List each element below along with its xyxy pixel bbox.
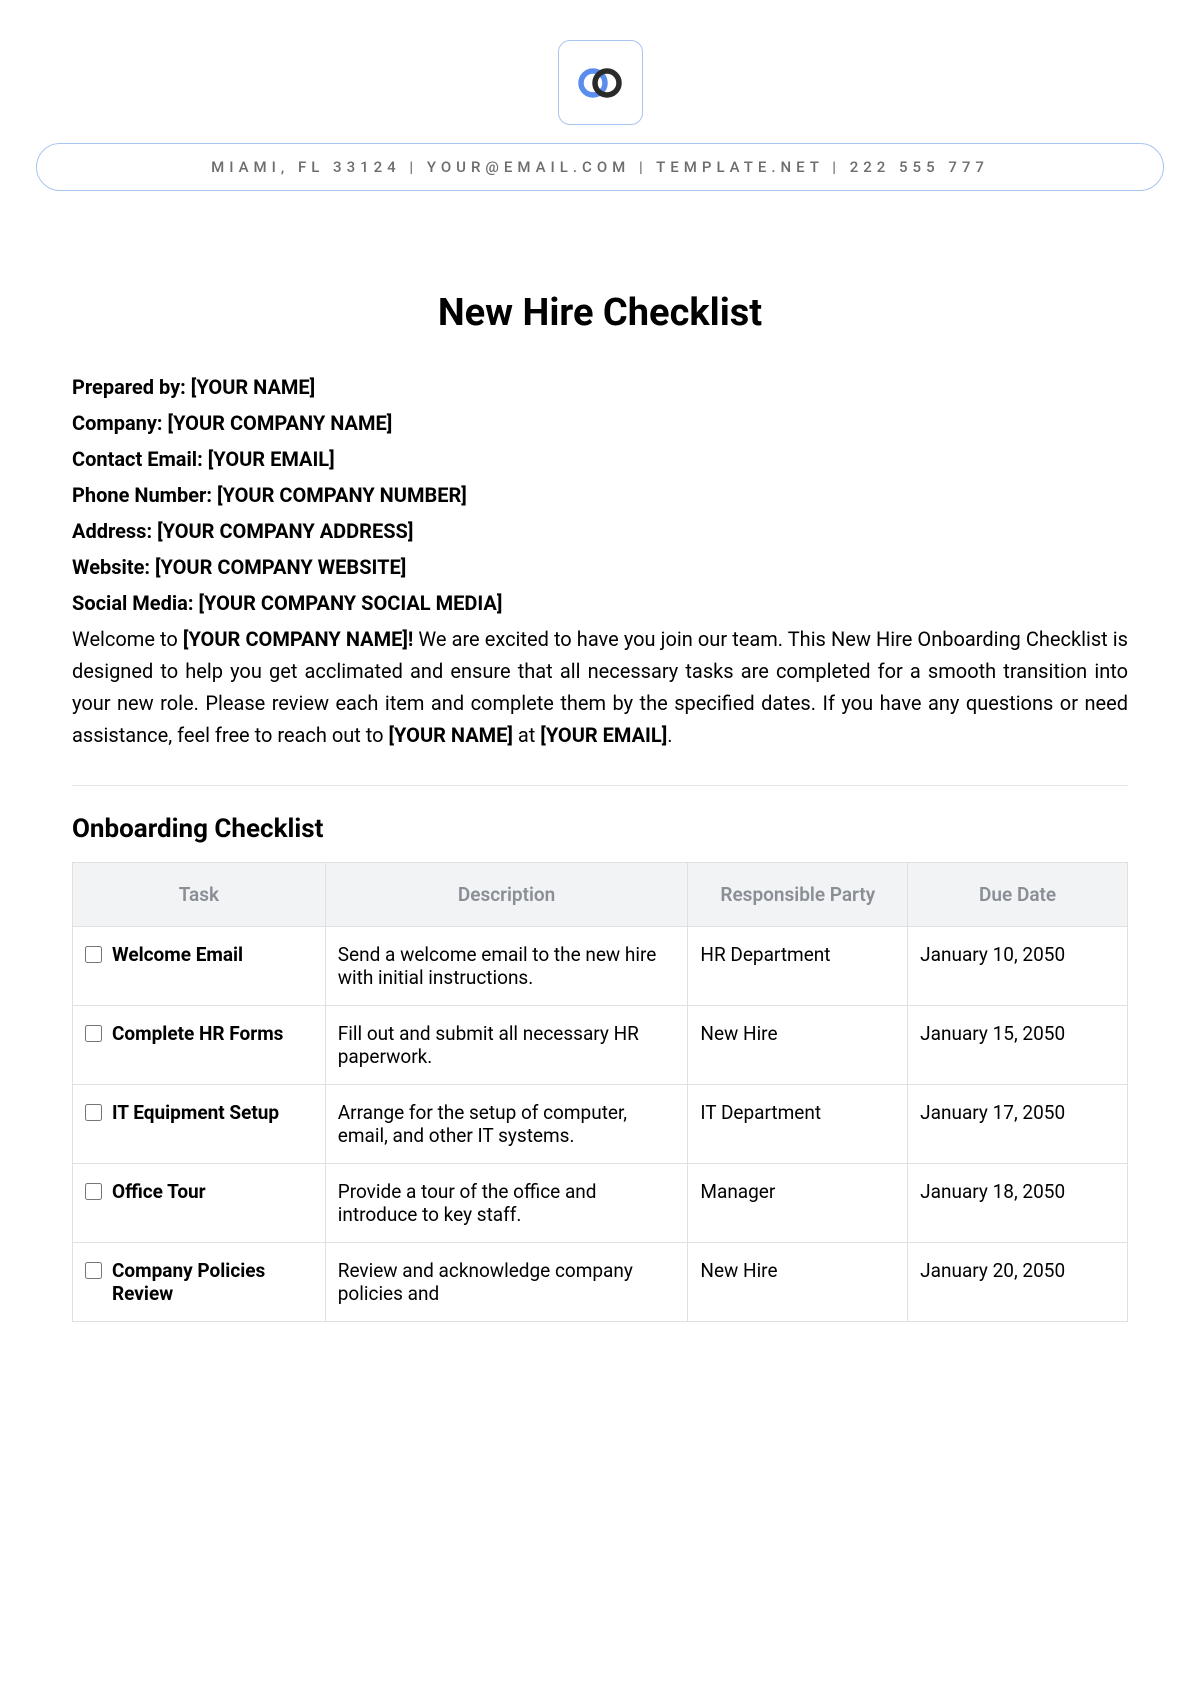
header-responsible: Responsible Party xyxy=(688,863,908,927)
responsible-cell: New Hire xyxy=(688,1006,908,1085)
meta-address: Address: [YOUR COMPANY ADDRESS] xyxy=(72,515,1128,547)
task-name: Complete HR Forms xyxy=(112,1022,283,1045)
welcome-name-placeholder: [YOUR NAME] xyxy=(389,723,513,747)
task-cell: Office Tour xyxy=(73,1164,326,1243)
welcome-paragraph: Welcome to [YOUR COMPANY NAME]! We are e… xyxy=(72,623,1128,751)
table-row: Office Tour Provide a tour of the office … xyxy=(73,1164,1128,1243)
header-description: Description xyxy=(325,863,688,927)
description-cell: Provide a tour of the office and introdu… xyxy=(325,1164,688,1243)
welcome-email-placeholder: [YOUR EMAIL] xyxy=(540,723,667,747)
welcome-company-placeholder: [YOUR COMPANY NAME]! xyxy=(183,627,413,651)
page-title: New Hire Checklist xyxy=(72,291,1128,335)
due-date-cell: January 15, 2050 xyxy=(908,1006,1128,1085)
description-cell: Fill out and submit all necessary HR pap… xyxy=(325,1006,688,1085)
meta-company: Company: [YOUR COMPANY NAME] xyxy=(72,407,1128,439)
due-date-cell: January 20, 2050 xyxy=(908,1243,1128,1322)
header-task: Task xyxy=(73,863,326,927)
content-area: New Hire Checklist Prepared by: [YOUR NA… xyxy=(0,191,1200,1322)
responsible-cell: Manager xyxy=(688,1164,908,1243)
due-date-cell: January 10, 2050 xyxy=(908,927,1128,1006)
task-cell: Company Policies Review xyxy=(73,1243,326,1322)
due-date-cell: January 17, 2050 xyxy=(908,1085,1128,1164)
meta-contact-email: Contact Email: [YOUR EMAIL] xyxy=(72,443,1128,475)
table-header-row: Task Description Responsible Party Due D… xyxy=(73,863,1128,927)
task-checkbox[interactable] xyxy=(85,1025,102,1042)
meta-prepared-by: Prepared by: [YOUR NAME] xyxy=(72,371,1128,403)
description-cell: Arrange for the setup of computer, email… xyxy=(325,1085,688,1164)
meta-label: Prepared by: xyxy=(72,375,191,399)
description-cell: Send a welcome email to the new hire wit… xyxy=(325,927,688,1006)
meta-value: [YOUR NAME] xyxy=(191,375,315,399)
interlocking-rings-icon xyxy=(576,64,624,102)
welcome-at: at xyxy=(513,723,540,747)
responsible-cell: IT Department xyxy=(688,1085,908,1164)
meta-value: [YOUR COMPANY WEBSITE] xyxy=(155,555,406,579)
task-cell: IT Equipment Setup xyxy=(73,1085,326,1164)
task-cell: Complete HR Forms xyxy=(73,1006,326,1085)
welcome-pre: Welcome to xyxy=(72,627,183,651)
meta-label: Phone Number: xyxy=(72,483,217,507)
responsible-cell: New Hire xyxy=(688,1243,908,1322)
meta-phone: Phone Number: [YOUR COMPANY NUMBER] xyxy=(72,479,1128,511)
due-date-cell: January 18, 2050 xyxy=(908,1164,1128,1243)
meta-website: Website: [YOUR COMPANY WEBSITE] xyxy=(72,551,1128,583)
section-divider xyxy=(72,785,1128,786)
meta-value: [YOUR COMPANY NAME] xyxy=(168,411,393,435)
task-checkbox[interactable] xyxy=(85,1183,102,1200)
task-checkbox[interactable] xyxy=(85,1104,102,1121)
logo-container xyxy=(558,40,643,125)
header-due-date: Due Date xyxy=(908,863,1128,927)
task-checkbox[interactable] xyxy=(85,946,102,963)
table-row: Company Policies Review Review and acknow… xyxy=(73,1243,1128,1322)
task-cell: Welcome Email xyxy=(73,927,326,1006)
meta-label: Address: xyxy=(72,519,157,543)
task-name: Company Policies Review xyxy=(112,1259,313,1305)
task-name: Office Tour xyxy=(112,1180,206,1203)
meta-label: Company: xyxy=(72,411,168,435)
task-name: IT Equipment Setup xyxy=(112,1101,279,1124)
table-row: Welcome Email Send a welcome email to the… xyxy=(73,927,1128,1006)
meta-value: [YOUR EMAIL] xyxy=(208,447,335,471)
document-page: MIAMI, FL 33124 | YOUR@EMAIL.COM | TEMPL… xyxy=(0,0,1200,1322)
contact-info-bar: MIAMI, FL 33124 | YOUR@EMAIL.COM | TEMPL… xyxy=(36,143,1164,191)
meta-social: Social Media: [YOUR COMPANY SOCIAL MEDIA… xyxy=(72,587,1128,619)
meta-value: [YOUR COMPANY ADDRESS] xyxy=(157,519,413,543)
table-row: Complete HR Forms Fill out and submit all… xyxy=(73,1006,1128,1085)
task-checkbox[interactable] xyxy=(85,1262,102,1279)
meta-value: [YOUR COMPANY NUMBER] xyxy=(217,483,467,507)
meta-value: [YOUR COMPANY SOCIAL MEDIA] xyxy=(198,591,502,615)
meta-label: Social Media: xyxy=(72,591,198,615)
table-row: IT Equipment Setup Arrange for the setup … xyxy=(73,1085,1128,1164)
meta-label: Contact Email: xyxy=(72,447,208,471)
meta-label: Website: xyxy=(72,555,155,579)
task-name: Welcome Email xyxy=(112,943,243,966)
section-title: Onboarding Checklist xyxy=(72,814,1128,844)
description-cell: Review and acknowledge company policies … xyxy=(325,1243,688,1322)
welcome-end: . xyxy=(667,723,672,747)
responsible-cell: HR Department xyxy=(688,927,908,1006)
onboarding-table: Task Description Responsible Party Due D… xyxy=(72,862,1128,1322)
